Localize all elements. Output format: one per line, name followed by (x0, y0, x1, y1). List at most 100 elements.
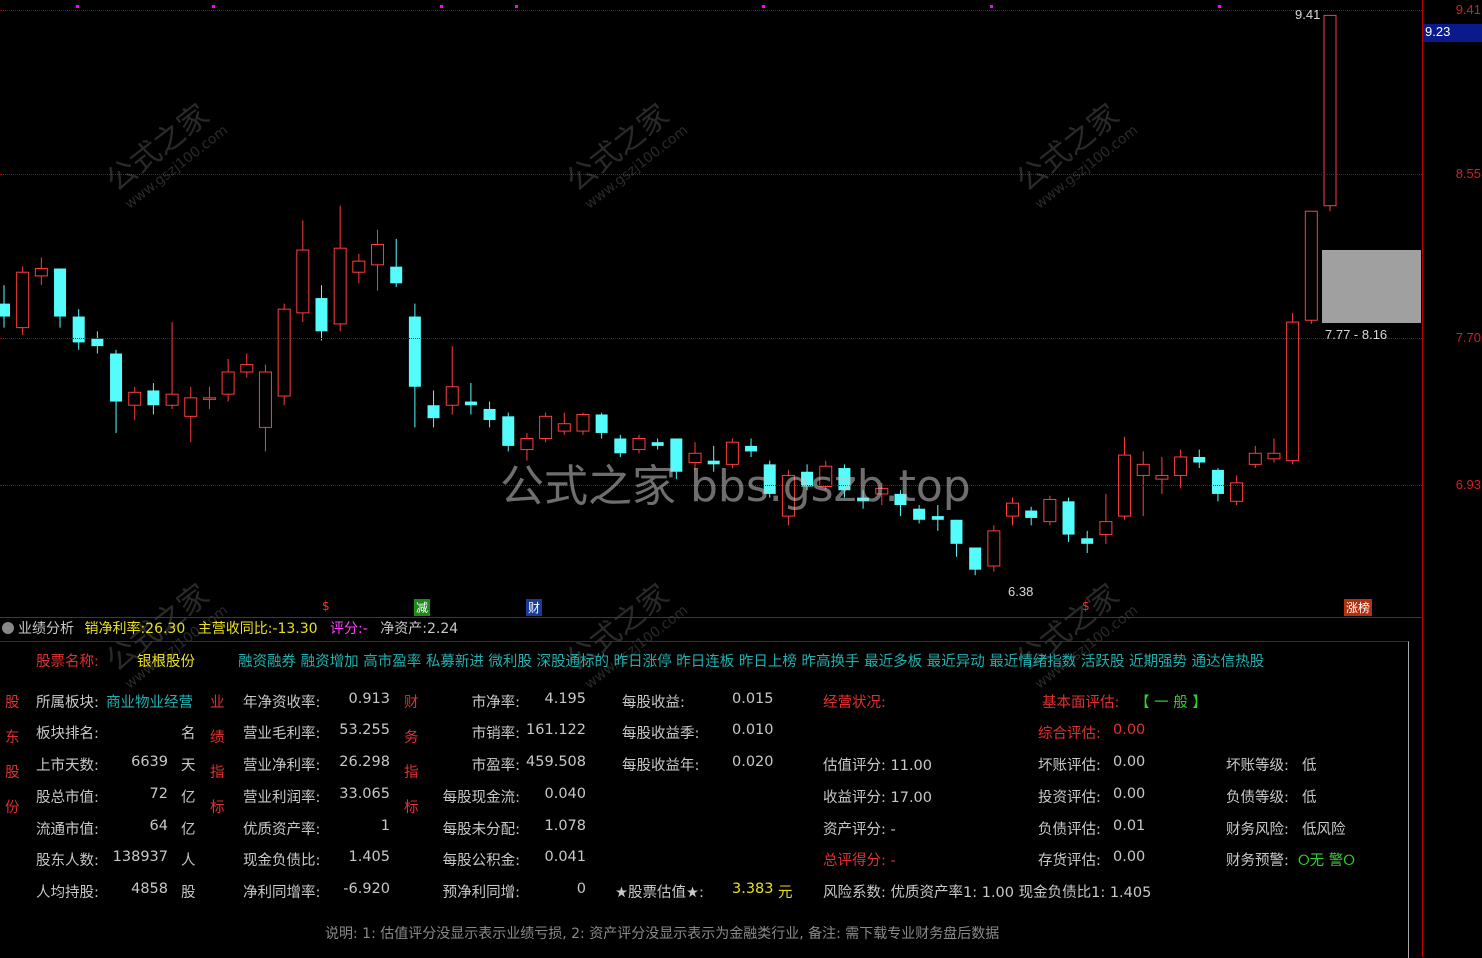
income-score: 收益评分: 17.00 (823, 790, 933, 806)
avg-hold-value: 4858 (131, 881, 168, 897)
candle[interactable] (539, 412, 553, 443)
candle[interactable] (950, 519, 963, 557)
candle[interactable] (296, 220, 310, 323)
candle-body (16, 271, 30, 329)
candle-body (221, 371, 235, 395)
candle-body (1081, 538, 1094, 544)
candle[interactable] (1323, 14, 1337, 212)
holders-value: 138937 (112, 849, 168, 865)
net-assets-value: 2.24 (426, 621, 459, 637)
candle[interactable] (576, 412, 590, 435)
signal-limit-up[interactable]: 涨榜 (1344, 599, 1373, 616)
candle[interactable] (184, 386, 198, 443)
candle-body (128, 391, 142, 406)
candle[interactable] (72, 309, 85, 350)
candle[interactable] (1006, 497, 1020, 526)
candle[interactable] (464, 383, 477, 415)
overall-eval-value: 0.00 (1113, 722, 1146, 738)
axis-label: 6.93 (1455, 477, 1481, 492)
valuation-value: 3.383 (732, 881, 774, 897)
candle-body (277, 308, 291, 397)
candle[interactable] (408, 303, 421, 428)
candle[interactable] (352, 253, 366, 284)
candle[interactable] (34, 257, 48, 286)
candle[interactable] (969, 547, 982, 576)
ops-title: 经营状况: (823, 695, 886, 711)
candle[interactable] (1025, 506, 1038, 526)
candle[interactable] (54, 268, 67, 328)
candle[interactable] (987, 525, 1001, 572)
candle-body (110, 353, 123, 402)
signal-finance[interactable]: 财 (526, 599, 543, 616)
candle[interactable] (371, 229, 385, 291)
candle[interactable] (202, 386, 216, 409)
candle[interactable] (445, 346, 459, 415)
candle-body (1062, 501, 1075, 535)
collapse-icon[interactable] (2, 622, 14, 634)
candle-body (651, 442, 664, 446)
candle[interactable] (557, 412, 571, 435)
candle[interactable] (595, 412, 608, 439)
panel-separator (0, 617, 1422, 618)
sector-value[interactable]: 商业物业经营 (106, 691, 193, 712)
candle[interactable] (1230, 475, 1244, 506)
candle[interactable] (221, 359, 235, 402)
marker-dot (762, 5, 765, 8)
candle[interactable] (333, 205, 347, 332)
marker-dot (212, 5, 215, 8)
candle[interactable] (110, 349, 123, 433)
candle[interactable] (128, 386, 142, 421)
candle-body (333, 247, 347, 325)
candle[interactable] (0, 285, 10, 328)
candle[interactable] (1118, 436, 1132, 520)
candle[interactable] (502, 412, 515, 452)
candle-body (315, 298, 328, 332)
candle-body (1211, 469, 1224, 494)
signal-dollar[interactable]: $ (320, 599, 332, 613)
candle[interactable] (1136, 451, 1150, 517)
candle[interactable] (1043, 495, 1057, 526)
low-price-label: 6.38 (1008, 584, 1034, 599)
candle[interactable] (277, 303, 291, 406)
candle[interactable] (483, 401, 496, 428)
footer-note: 说明: 1: 估值评分没显示表示业绩亏损, 2: 资产评分没显示表示为金融类行业… (325, 926, 1000, 942)
price-zone-box (1322, 250, 1421, 323)
candle[interactable] (165, 322, 179, 409)
candle-body (1043, 498, 1057, 523)
candle[interactable] (427, 390, 440, 428)
signal-reduce[interactable]: 减 (414, 599, 431, 616)
candle[interactable] (390, 238, 403, 287)
candle[interactable] (16, 266, 30, 336)
candle[interactable] (91, 331, 104, 354)
price-gridline (0, 174, 1422, 175)
float-cap-unit: 亿 (181, 822, 196, 838)
candle[interactable] (1099, 493, 1113, 544)
candle[interactable] (1267, 438, 1281, 463)
candle[interactable] (1248, 445, 1262, 469)
candle-body (408, 316, 421, 387)
price-gridline (0, 10, 1422, 11)
indicator-title[interactable]: 业绩分析 (18, 621, 74, 637)
candle[interactable] (1193, 449, 1206, 469)
warning-label: 财务预警: (1226, 853, 1289, 869)
candle[interactable] (315, 285, 328, 341)
candle-body (1155, 474, 1169, 480)
candle[interactable] (258, 364, 272, 452)
candle-body (502, 416, 515, 446)
candle[interactable] (1081, 530, 1094, 554)
candle[interactable] (1286, 312, 1300, 465)
overall-eval-label: 综合评估: (1038, 726, 1101, 742)
candle-body (539, 415, 553, 439)
candlestick-chart[interactable] (0, 0, 1482, 617)
candle-body (184, 397, 198, 417)
candle[interactable] (147, 383, 160, 415)
est-score: 估值评分: 11.00 (823, 758, 933, 774)
candle[interactable] (240, 353, 254, 378)
candle-body (464, 401, 477, 406)
candle[interactable] (1304, 210, 1318, 324)
candle[interactable] (1062, 497, 1075, 542)
candle[interactable] (1155, 456, 1169, 494)
candle[interactable] (651, 438, 664, 450)
candle[interactable] (1174, 449, 1188, 489)
candle-body (1006, 502, 1020, 517)
